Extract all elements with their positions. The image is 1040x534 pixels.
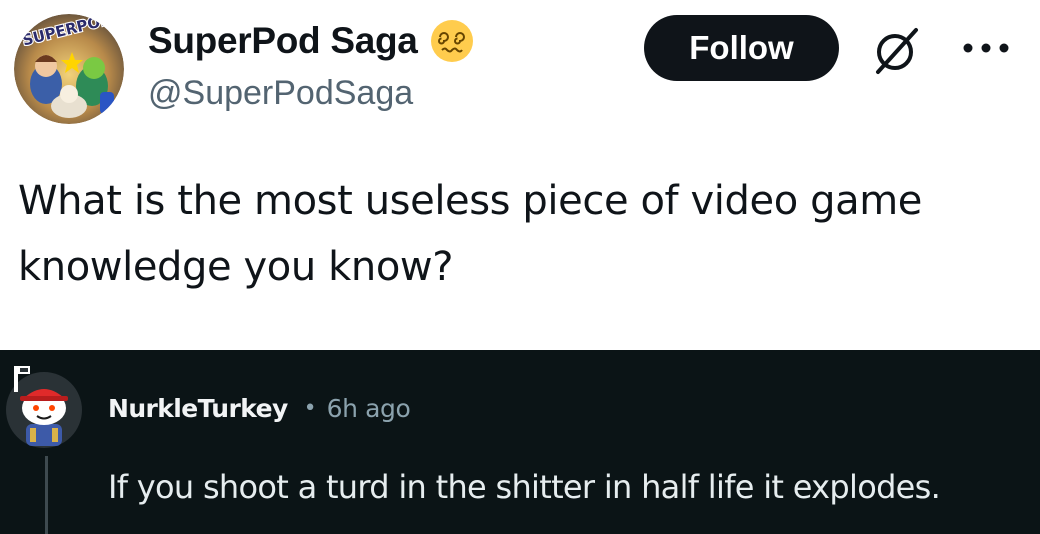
dizzy-face-emoji-icon xyxy=(430,19,474,63)
meta-separator: • xyxy=(303,396,317,421)
reddit-comment: NurkleTurkey • 6h ago If you shoot a tur… xyxy=(0,350,1040,534)
superpod-avatar[interactable]: SUPERPOD SAGA xyxy=(14,14,124,124)
tweet-card: SUPERPOD SAGA SuperPod Saga @SuperPodSag… xyxy=(0,0,1040,350)
comment-body: If you shoot a turd in the shitter in ha… xyxy=(108,468,941,506)
comment-timestamp: 6h ago xyxy=(326,394,411,423)
ellipsis-icon[interactable] xyxy=(960,38,1016,58)
follow-button[interactable]: Follow xyxy=(644,15,839,81)
comment-meta: NurkleTurkey • 6h ago xyxy=(108,394,411,423)
tweet-text: What is the most useless piece of video … xyxy=(18,178,922,290)
thread-line[interactable] xyxy=(45,456,48,534)
display-name[interactable]: SuperPod Saga xyxy=(148,20,418,62)
comment-username[interactable]: NurkleTurkey xyxy=(108,394,288,423)
slashed-circle-icon[interactable] xyxy=(870,24,924,78)
snoo-avatar-icon[interactable] xyxy=(4,362,84,448)
display-name-row: SuperPod Saga xyxy=(148,14,474,68)
user-handle[interactable]: @SuperPodSaga xyxy=(148,74,413,113)
